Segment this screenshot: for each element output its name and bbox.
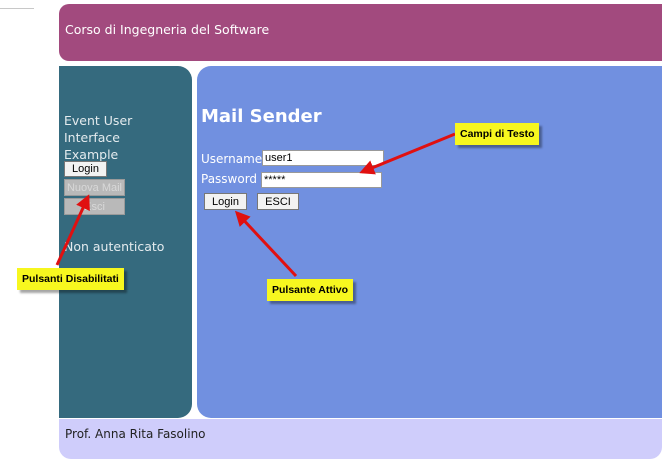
callout-pulsanti-disabilitati: Pulsanti Disabilitati: [17, 268, 124, 290]
callout-pulsante-attivo: Pulsante Attivo: [267, 279, 354, 301]
callout-campi-testo: Campi di Testo: [455, 123, 540, 145]
arrow-campi-testo: [359, 132, 456, 175]
arrow-pulsante-attivo: [234, 210, 298, 278]
arrow-pulsanti-disabilitati: [55, 194, 90, 266]
annotation-arrows: [55, 132, 456, 278]
